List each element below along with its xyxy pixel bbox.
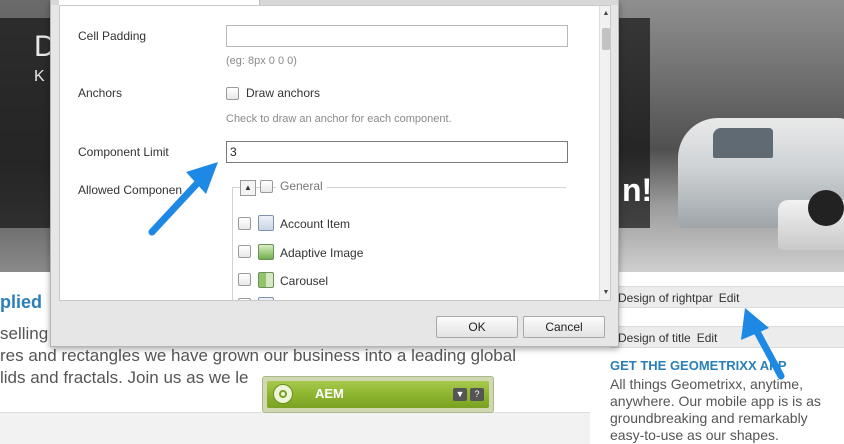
account-item-checkbox[interactable] [238, 217, 251, 230]
component-design-dialog: Cell Padding (eg: 8px 0 0 0) Anchors Dra… [50, 0, 619, 347]
aem-sidekick-header[interactable]: AEM ▼ ? [267, 381, 489, 408]
account-item-icon [258, 215, 274, 231]
annotation-arrow-right [741, 308, 785, 380]
cell-padding-hint: (eg: 8px 0 0 0) [226, 55, 297, 67]
next-item-icon [258, 297, 274, 300]
body-text-line-3: lids and fractals. Join us as we le [0, 368, 249, 387]
aem-logo-icon [273, 384, 293, 404]
carousel-checkbox[interactable] [238, 273, 251, 286]
general-group-checkbox[interactable] [260, 180, 273, 193]
help-icon[interactable]: ? [470, 388, 484, 401]
carousel-label: Carousel [280, 274, 329, 288]
image-icon [258, 244, 274, 260]
aem-sidekick-title: AEM [315, 386, 344, 401]
design-title-bar[interactable]: Design of title Edit [610, 326, 844, 348]
annotation-arrow-left [148, 162, 218, 236]
ok-button[interactable]: OK [436, 316, 518, 338]
section-heading: plied [0, 292, 43, 312]
app-text-line-4: easy-to-use as our shapes. [610, 427, 779, 443]
cancel-button[interactable]: Cancel [523, 316, 605, 338]
fieldset-border-left [232, 187, 233, 300]
body-text-line-1: selling [0, 324, 49, 343]
carousel-icon [258, 272, 274, 288]
anchors-hint: Check to draw an anchor for each compone… [226, 113, 452, 125]
next-item-checkbox[interactable] [238, 298, 251, 300]
hero-caption-subtitle: K [34, 68, 45, 85]
dialog-scrollbar[interactable]: ▲ ▼ [599, 6, 610, 300]
cell-padding-input[interactable] [226, 25, 568, 47]
adaptive-image-checkbox[interactable] [238, 245, 251, 258]
body-text-line-2: res and rectangles we have grown our bus… [0, 346, 516, 365]
adaptive-image-label: Adaptive Image [280, 246, 364, 260]
anchors-label: Anchors [78, 86, 123, 100]
edit-title-link[interactable]: Edit [697, 331, 718, 345]
design-rightpar-bar[interactable]: Design of rightpar Edit [610, 286, 844, 308]
app-text-line-3: groundbreaking and remarkably [610, 410, 808, 426]
hero-car-wheel [808, 190, 844, 226]
hero-car-window [713, 128, 773, 158]
cell-padding-label: Cell Padding [78, 29, 147, 43]
chevron-down-icon[interactable]: ▼ [453, 388, 467, 401]
aem-sidekick[interactable]: AEM ▼ ? [262, 376, 494, 413]
page-footer-bar [0, 412, 590, 444]
draw-anchors-label: Draw anchors [246, 86, 321, 100]
account-item-label: Account Item [280, 217, 351, 231]
design-rightpar-label: Design of rightpar [618, 291, 713, 305]
draw-anchors-checkbox[interactable] [226, 87, 239, 100]
scrollbar-thumb[interactable] [602, 28, 610, 50]
general-group-label: General [276, 179, 327, 193]
design-title-label: Design of title [618, 331, 691, 345]
hero-right-text: n! [622, 172, 653, 208]
scroll-down-icon[interactable]: ▼ [600, 289, 610, 296]
scroll-up-icon[interactable]: ▲ [600, 10, 610, 17]
hero-image-left: D K [0, 0, 56, 272]
component-limit-input[interactable] [226, 141, 568, 163]
app-text-line-2: anywhere. Our mobile app is is as [610, 393, 821, 409]
hero-image-right: n! [618, 0, 844, 272]
collapse-group-icon[interactable]: ▲ [240, 180, 256, 196]
